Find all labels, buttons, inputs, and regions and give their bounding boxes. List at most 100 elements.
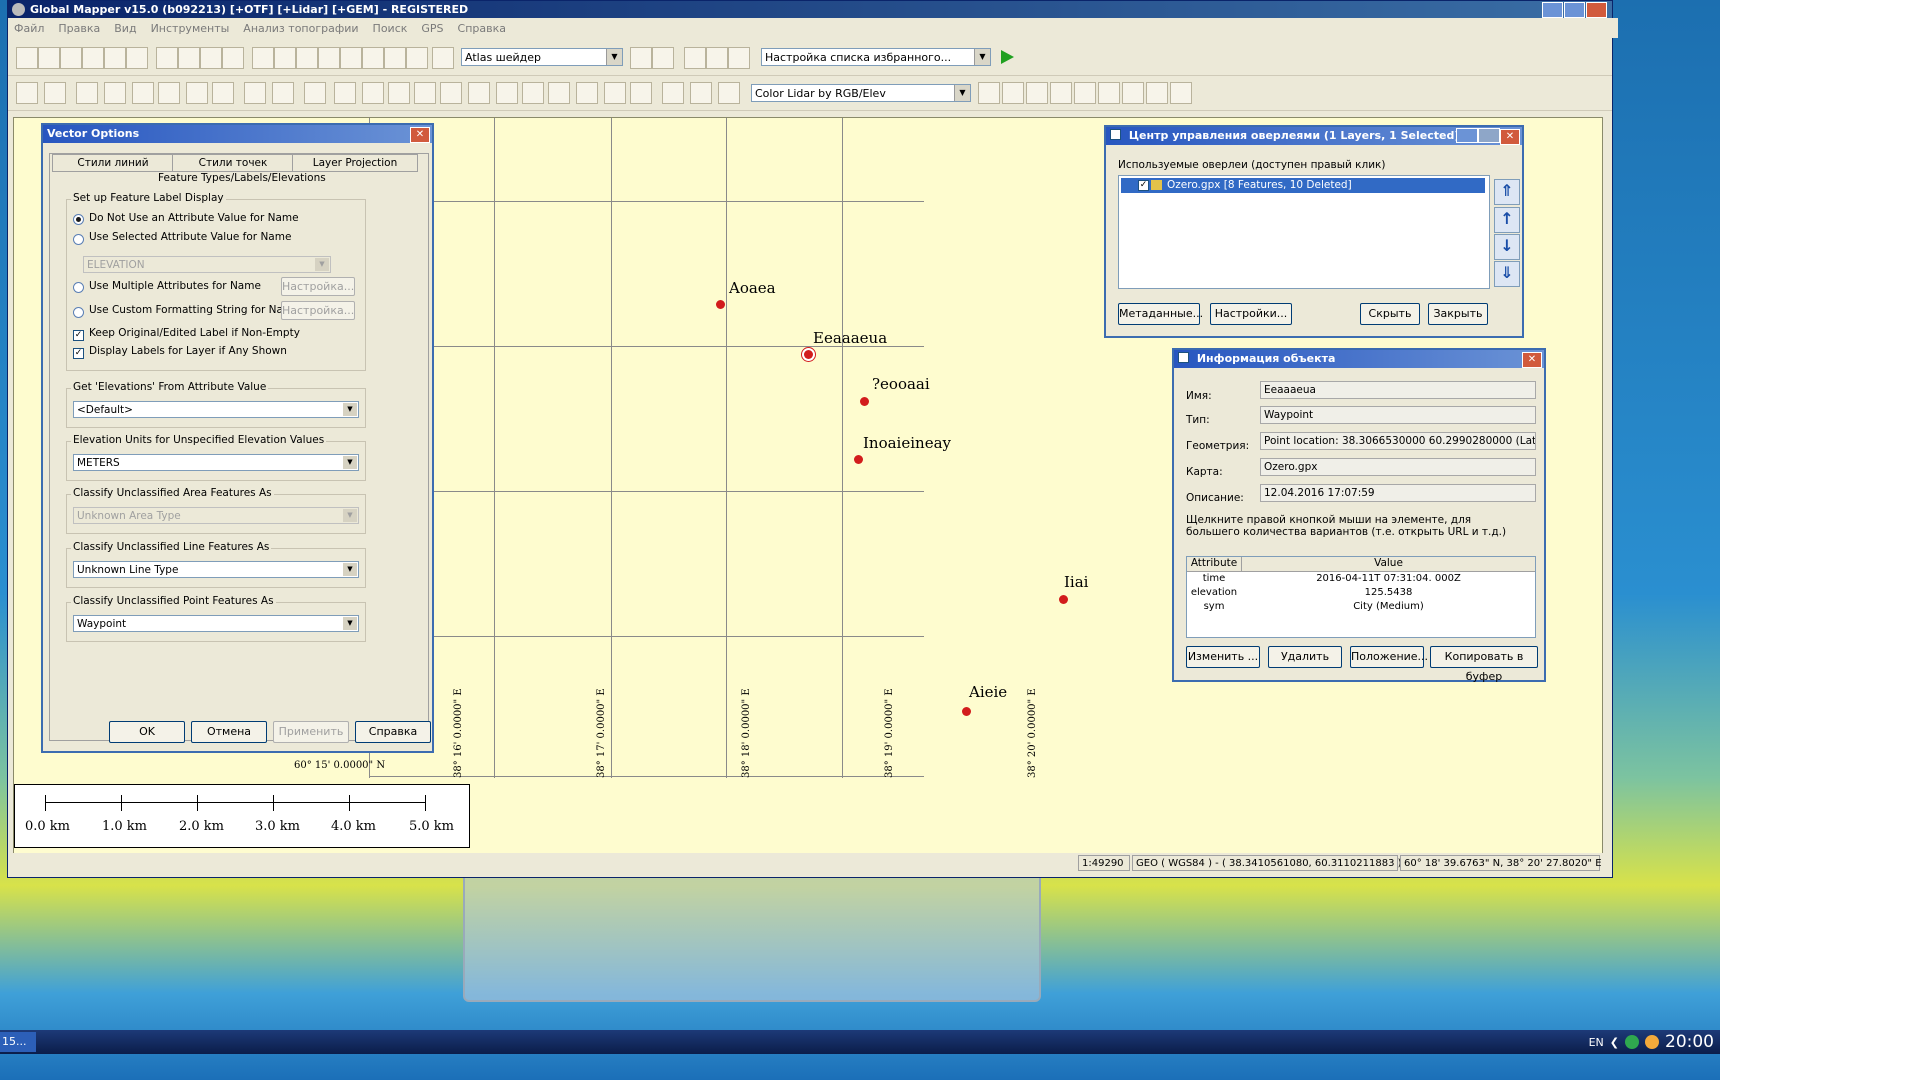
name-field[interactable]: Eeaaaeua xyxy=(1260,381,1536,399)
attribute-select[interactable]: ELEVATION ▼ xyxy=(83,256,331,273)
menu-analysis[interactable]: Анализ топографии xyxy=(243,22,358,35)
edit-n-icon[interactable] xyxy=(690,82,712,104)
copy-button[interactable]: Копировать в буфер xyxy=(1430,646,1538,683)
edit-k-icon[interactable] xyxy=(604,82,626,104)
tools-icon[interactable] xyxy=(126,47,148,69)
dialog-checkbox[interactable] xyxy=(1110,129,1121,140)
zoom-in-icon[interactable] xyxy=(156,47,178,69)
edit-c-icon[interactable] xyxy=(388,82,410,104)
code-icon[interactable] xyxy=(158,82,180,104)
digitizer-icon[interactable] xyxy=(384,47,406,69)
waypoint-marker-selected[interactable] xyxy=(804,350,813,359)
table-row[interactable]: sym City (Medium) xyxy=(1187,601,1535,614)
menu-view[interactable]: Вид xyxy=(114,22,136,35)
open-icon[interactable] xyxy=(16,47,38,69)
home-icon[interactable] xyxy=(222,47,244,69)
move-bottom-icon[interactable]: ⇓ xyxy=(1494,261,1520,287)
hide-button[interactable]: Скрыть xyxy=(1360,303,1420,325)
minimize-button[interactable] xyxy=(1456,128,1478,143)
zoom-out-icon[interactable] xyxy=(178,47,200,69)
run-icon[interactable] xyxy=(998,48,1016,66)
maximize-button[interactable] xyxy=(1564,2,1585,18)
taskbar-item[interactable]: 15... xyxy=(0,1032,36,1052)
layer-visible-checkbox[interactable]: ✓ xyxy=(1138,180,1149,191)
shader-settings-icon[interactable] xyxy=(630,47,652,69)
tool-c-icon[interactable] xyxy=(728,47,750,69)
radio-selected-attr[interactable] xyxy=(73,234,84,245)
layers-icon[interactable] xyxy=(104,47,126,69)
edit-j-icon[interactable] xyxy=(576,82,598,104)
ok-button[interactable]: OK xyxy=(109,721,185,743)
edit-a-icon[interactable] xyxy=(334,82,356,104)
tray-app-icon[interactable] xyxy=(1625,1035,1639,1049)
menu-edit[interactable]: Правка xyxy=(58,22,100,35)
edit-o-icon[interactable] xyxy=(718,82,740,104)
setup-custom-button[interactable]: Настройка... xyxy=(281,301,355,320)
save-icon[interactable] xyxy=(38,47,60,69)
map-field[interactable]: Ozero.gpx xyxy=(1260,458,1536,476)
cancel-button[interactable]: Отмена xyxy=(191,721,267,743)
settings-button[interactable]: Настройки... xyxy=(1210,303,1292,325)
area-class-select[interactable]: Unknown Area Type ▼ xyxy=(73,507,359,524)
lidar-c-icon[interactable] xyxy=(1026,82,1048,104)
tab-point-styles[interactable]: Стили точек xyxy=(172,154,294,172)
edit-i-icon[interactable] xyxy=(548,82,570,104)
config-icon[interactable] xyxy=(82,47,104,69)
move-down-icon[interactable]: ↓ xyxy=(1494,234,1520,260)
edit-button[interactable]: Изменить ... xyxy=(1186,646,1260,668)
menu-tools[interactable]: Инструменты xyxy=(151,22,230,35)
tab-line-styles[interactable]: Стили линий xyxy=(52,154,174,172)
menu-file[interactable]: Файл xyxy=(14,22,44,35)
view-shed-icon[interactable] xyxy=(362,47,384,69)
menu-search[interactable]: Поиск xyxy=(373,22,408,35)
move-icon[interactable] xyxy=(272,82,294,104)
overlay-list-item[interactable]: ✓ Ozero.gpx [8 Features, 10 Deleted] xyxy=(1121,178,1485,193)
edit-l-icon[interactable] xyxy=(630,82,652,104)
line-class-select[interactable]: Unknown Line Type ▼ xyxy=(73,561,359,578)
lidar-a-icon[interactable] xyxy=(978,82,1000,104)
type-field[interactable]: Waypoint xyxy=(1260,406,1536,424)
radio-multiple[interactable] xyxy=(73,282,84,293)
lidar-d-icon[interactable] xyxy=(1050,82,1072,104)
delete-button[interactable]: Удалить xyxy=(1268,646,1342,668)
globe-icon[interactable] xyxy=(60,47,82,69)
feature-icon[interactable] xyxy=(132,82,154,104)
radio-no-attr[interactable] xyxy=(73,214,84,225)
tab-layer-projection[interactable]: Layer Projection xyxy=(292,154,418,172)
display-labels-checkbox[interactable]: ✓ xyxy=(73,348,84,359)
edit-f-icon[interactable] xyxy=(468,82,490,104)
edit-e-icon[interactable] xyxy=(440,82,462,104)
shader-options-icon[interactable] xyxy=(652,47,674,69)
favorites-combo[interactable]: Настройка списка избранного... ▼ xyxy=(761,48,991,66)
edit-m-icon[interactable] xyxy=(662,82,684,104)
point-class-select[interactable]: Waypoint ▼ xyxy=(73,615,359,632)
metadata-button[interactable]: Метаданные... xyxy=(1118,303,1203,325)
rotate-icon[interactable] xyxy=(104,82,126,104)
grid-tool-icon[interactable] xyxy=(212,82,234,104)
create-line-icon[interactable] xyxy=(44,82,66,104)
close-button[interactable] xyxy=(1586,2,1607,18)
zoom-layer-icon[interactable] xyxy=(200,47,222,69)
waypoint-marker[interactable] xyxy=(716,300,725,309)
info-tool-icon[interactable] xyxy=(318,47,340,69)
waypoint-marker[interactable] xyxy=(860,397,869,406)
menu-help[interactable]: Справка xyxy=(458,22,506,35)
close-icon[interactable]: ✕ xyxy=(1500,129,1520,145)
close-icon[interactable]: ✕ xyxy=(1522,352,1542,368)
menu-gps[interactable]: GPS xyxy=(421,22,443,35)
setup-multiple-button[interactable]: Настройка... xyxy=(281,277,355,296)
elevation-attr-select[interactable]: <Default> ▼ xyxy=(73,401,359,418)
edit-h-icon[interactable] xyxy=(522,82,544,104)
edit-vertex-icon[interactable] xyxy=(76,82,98,104)
lidar-combo[interactable]: Color Lidar by RGB/Elev ▼ xyxy=(751,84,971,102)
tab-feature-types[interactable]: Feature Types/Labels/Elevations xyxy=(158,172,326,184)
minimize-button[interactable] xyxy=(1542,2,1563,18)
dialog-checkbox[interactable] xyxy=(1178,352,1189,363)
zoom-tool-icon[interactable] xyxy=(252,47,274,69)
lidar-b-icon[interactable] xyxy=(1002,82,1024,104)
close-icon[interactable]: ✕ xyxy=(410,127,430,143)
waypoint-marker[interactable] xyxy=(1059,595,1068,604)
lidar-h-icon[interactable] xyxy=(1146,82,1168,104)
help-button[interactable]: Справка xyxy=(355,721,431,743)
position-button[interactable]: Положение... xyxy=(1350,646,1428,668)
